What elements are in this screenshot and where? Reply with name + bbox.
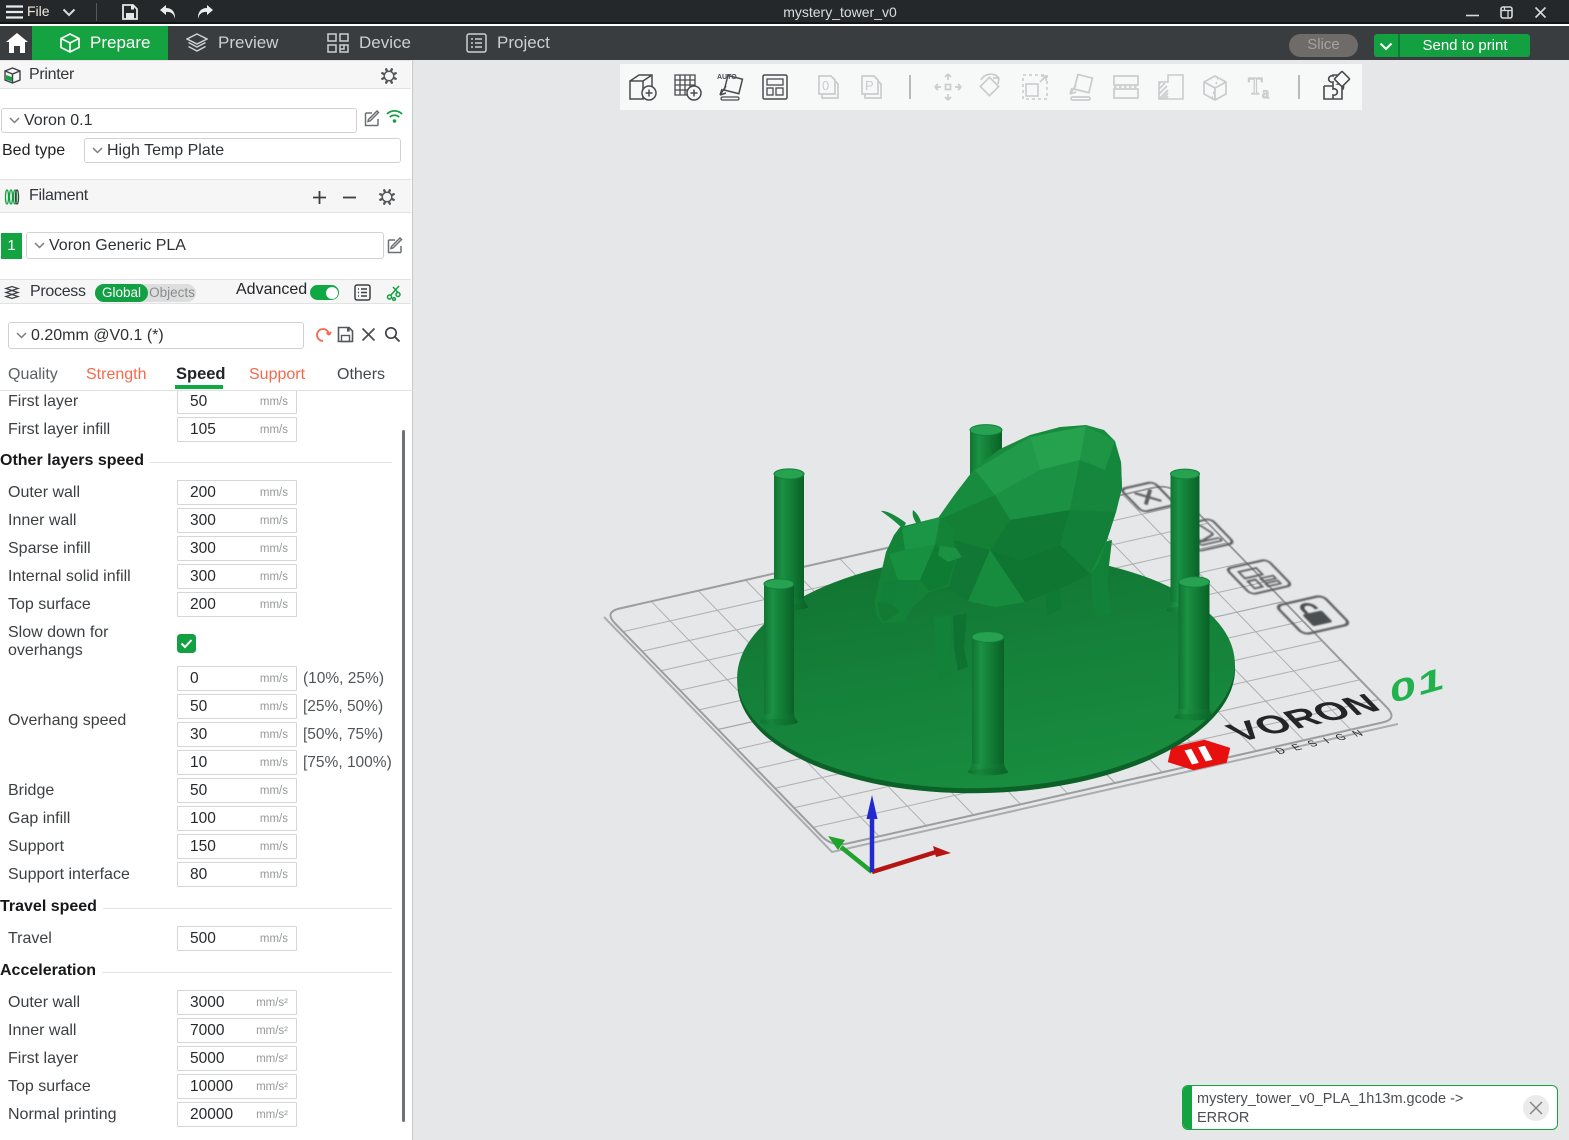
svg-text:VORON: VORON <box>1219 688 1388 747</box>
svg-text:01: 01 <box>1385 660 1450 709</box>
